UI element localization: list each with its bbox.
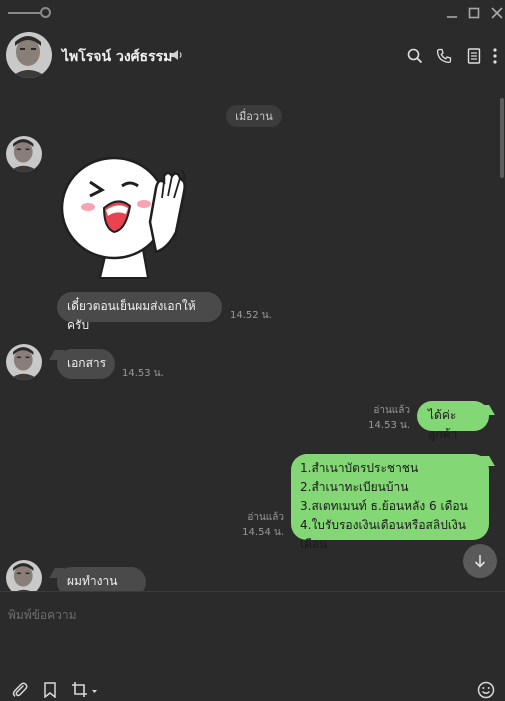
bookmark-icon[interactable] bbox=[40, 680, 60, 700]
minimize-icon[interactable] bbox=[442, 3, 462, 23]
message-time: 14.52 น. bbox=[230, 310, 272, 321]
scroll-to-bottom-button[interactable] bbox=[463, 544, 497, 578]
read-receipt: อ่านแล้ว bbox=[247, 512, 284, 523]
message-meta: อ่านแล้ว 14.54 น. bbox=[222, 510, 284, 540]
chat-area[interactable]: เมื่อวาน เดี๋ยวตอนเย็นผมส่งเอกให้ครับ 14… bbox=[0, 88, 505, 591]
waving-face-sticker[interactable] bbox=[60, 152, 190, 280]
scrollbar[interactable] bbox=[500, 98, 504, 178]
paperclip-icon[interactable] bbox=[10, 680, 30, 700]
message-line: 2.สำเนาทะเบียนบ้าน bbox=[300, 480, 409, 494]
message-text: เอกสาร bbox=[67, 356, 107, 370]
speaker-icon[interactable] bbox=[170, 47, 184, 66]
contact-avatar[interactable] bbox=[6, 32, 52, 78]
more-icon[interactable] bbox=[489, 46, 501, 66]
message-bubble[interactable]: 1.สำเนาบัตรประชาชน 2.สำเนาทะเบียนบ้าน 3.… bbox=[291, 454, 489, 551]
message-bubble[interactable]: เอกสาร bbox=[57, 349, 115, 379]
message-line: 4.ใบรับรองเงินเดือนหรือสลิปเงินเดือน bbox=[300, 518, 466, 551]
sender-avatar[interactable] bbox=[6, 560, 42, 591]
date-separator: เมื่อวาน bbox=[226, 105, 282, 127]
notes-icon[interactable] bbox=[464, 46, 484, 66]
title-bar bbox=[0, 0, 505, 26]
message-text: ผมทำงานครับ bbox=[67, 574, 118, 588]
maximize-icon[interactable] bbox=[464, 3, 484, 23]
message-line: 1.สำเนาบัตรประชาชน bbox=[300, 461, 419, 475]
chat-header: ไพโรจน์ วงศ์ธรรม bbox=[0, 26, 505, 88]
message-bubble[interactable]: ผมทำงานครับ bbox=[57, 567, 146, 591]
arrow-down-icon bbox=[474, 555, 486, 568]
message-input[interactable]: พิมพ์ข้อความ bbox=[8, 606, 77, 625]
read-receipt: อ่านแล้ว bbox=[373, 405, 410, 416]
message-time: 14.53 น. bbox=[368, 420, 410, 431]
message-meta: อ่านแล้ว 14.53 น. bbox=[350, 403, 410, 433]
contact-name[interactable]: ไพโรจน์ วงศ์ธรรม bbox=[62, 46, 172, 68]
message-composer[interactable]: พิมพ์ข้อความ bbox=[0, 591, 505, 701]
message-text: ได้ค่ะลูกค้า bbox=[428, 408, 458, 441]
emoji-icon[interactable] bbox=[476, 680, 496, 700]
message-time: 14.54 น. bbox=[242, 527, 284, 538]
sender-avatar[interactable] bbox=[6, 344, 42, 380]
sender-avatar[interactable] bbox=[6, 136, 42, 172]
search-icon[interactable] bbox=[405, 46, 425, 66]
message-bubble[interactable]: ได้ค่ะลูกค้า bbox=[417, 401, 489, 441]
message-text: เดี๋ยวตอนเย็นผมส่งเอกให้ครับ bbox=[67, 299, 196, 332]
message-line: 3.สเตทเมนท์ ธ.ย้อนหลัง 6 เดือน bbox=[300, 499, 468, 513]
message-bubble[interactable]: เดี๋ยวตอนเย็นผมส่งเอกให้ครับ bbox=[57, 292, 222, 332]
crop-icon[interactable] bbox=[70, 680, 100, 700]
phone-icon[interactable] bbox=[434, 46, 454, 66]
message-time: 14.53 น. bbox=[122, 368, 164, 379]
close-icon[interactable] bbox=[487, 3, 505, 23]
